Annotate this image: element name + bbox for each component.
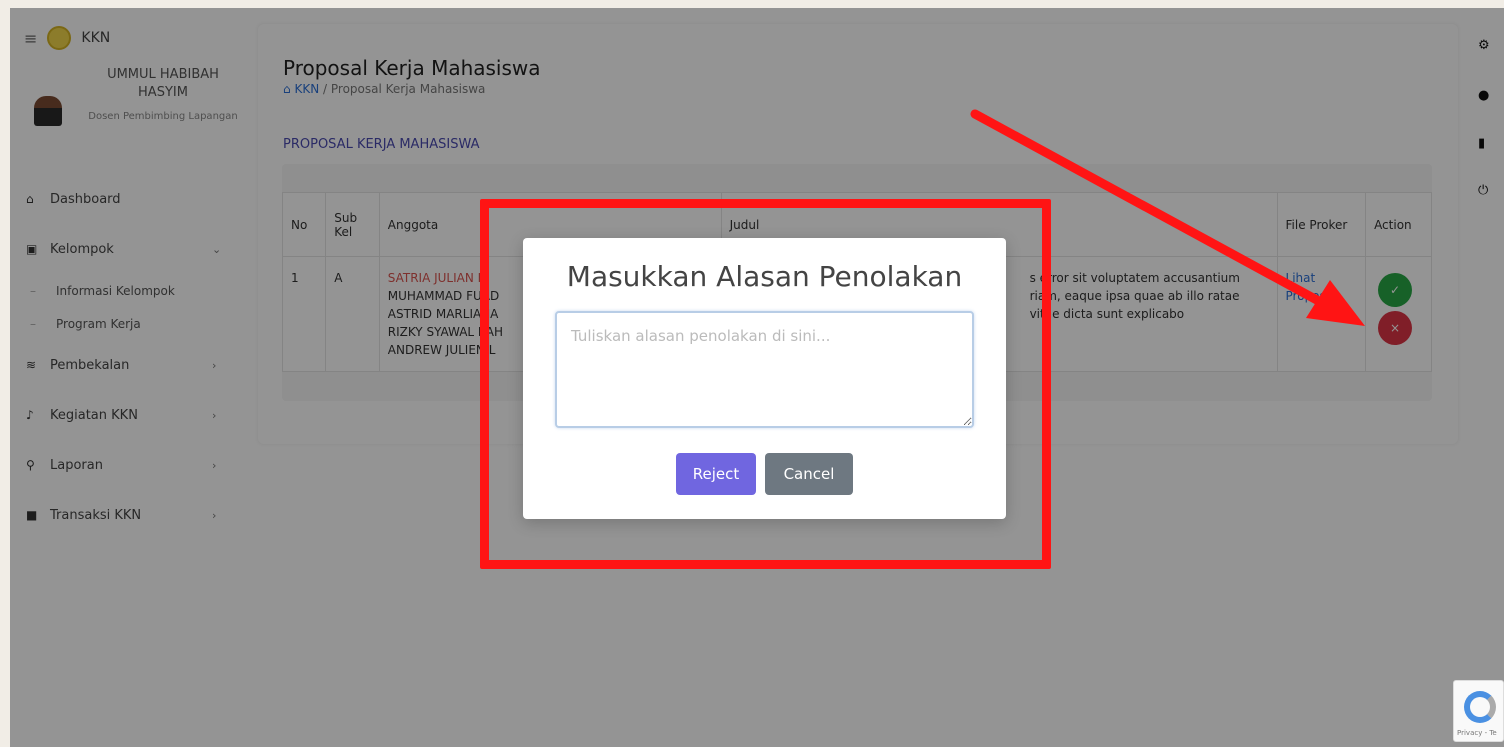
annotation-highlight-box (480, 199, 1051, 569)
recaptcha-logo-icon (1464, 691, 1496, 723)
recaptcha-text: Privacy - Te (1457, 729, 1497, 737)
recaptcha-badge[interactable]: Privacy - Te (1453, 680, 1504, 742)
